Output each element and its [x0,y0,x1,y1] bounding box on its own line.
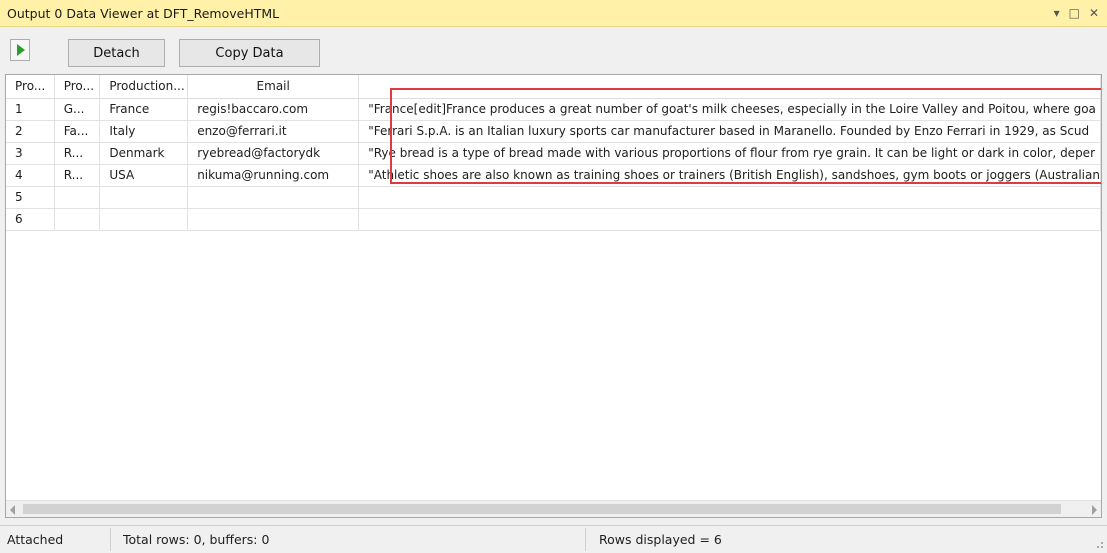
copy-data-button[interactable]: Copy Data [179,39,320,67]
table-cell[interactable]: enzo@ferrari.it [187,120,360,143]
table-cell[interactable]: France [99,98,189,121]
table-cell[interactable] [187,186,360,209]
total-rows-status: Total rows: 0, buffers: 0 [123,532,270,547]
table-cell[interactable] [358,186,1101,209]
data-table: Pro... Pro... Production... Email 1 G...… [6,75,1101,231]
table-cell[interactable]: Denmark [99,142,189,165]
status-divider [585,528,586,551]
table-cell[interactable] [54,186,101,209]
table-row[interactable]: 6 [6,208,1101,231]
header-row: Pro... Pro... Production... Email [6,75,1101,99]
table-cell[interactable]: Fa... [54,120,101,143]
table-cell[interactable]: regis!baccaro.com [187,98,360,121]
table-cell[interactable] [54,208,101,231]
title-bar: Output 0 Data Viewer at DFT_RemoveHTML ▾… [0,0,1107,27]
table-row[interactable]: 4 R... USA nikuma@running.com "Athletic … [6,164,1101,187]
table-row[interactable]: 2 Fa... Italy enzo@ferrari.it "Ferrari S… [6,120,1101,143]
window-controls: ▾ □ ✕ [1054,4,1099,22]
column-header-email[interactable]: Email [187,75,360,99]
table-cell[interactable]: R... [54,142,101,165]
play-button[interactable] [10,39,30,61]
horizontal-scrollbar[interactable] [6,500,1101,517]
table-cell[interactable]: nikuma@running.com [187,164,360,187]
toolbar: Detach Copy Data [0,27,1107,73]
play-icon [17,44,25,56]
detach-button[interactable]: Detach [68,39,165,67]
attached-status: Attached [7,532,64,547]
column-header[interactable]: Production... [99,75,189,99]
resize-grip-icon[interactable] [1097,542,1103,548]
table-cell[interactable] [99,186,189,209]
table-cell[interactable]: 5 [6,186,55,209]
scroll-left-icon[interactable] [10,505,15,515]
table-cell[interactable] [187,208,360,231]
scroll-right-icon[interactable] [1092,505,1097,515]
table-cell[interactable]: "Athletic shoes are also known as traini… [358,164,1101,187]
table-cell[interactable]: "France[edit]France produces a great num… [358,98,1101,121]
table-cell[interactable]: ryebread@factorydk [187,142,360,165]
table-cell[interactable]: R... [54,164,101,187]
table-cell[interactable]: "Ferrari S.p.A. is an Italian luxury spo… [358,120,1101,143]
window-title: Output 0 Data Viewer at DFT_RemoveHTML [7,5,280,21]
table-cell[interactable]: "Rye bread is a type of bread made with … [358,142,1101,165]
maximize-icon[interactable]: □ [1069,4,1080,22]
table-cell[interactable]: Italy [99,120,189,143]
table-cell[interactable]: 2 [6,120,55,143]
table-cell[interactable]: 1 [6,98,55,121]
status-divider [110,528,111,551]
dropdown-icon[interactable]: ▾ [1054,4,1060,22]
data-grid[interactable]: Pro... Pro... Production... Email 1 G...… [5,74,1102,518]
rows-displayed-status: Rows displayed = 6 [599,532,722,547]
table-cell[interactable]: 6 [6,208,55,231]
table-row[interactable]: 1 G... France regis!baccaro.com "France[… [6,98,1101,121]
status-bar: Attached Total rows: 0, buffers: 0 Rows … [0,525,1107,552]
table-cell[interactable]: 3 [6,142,55,165]
column-header[interactable]: Pro... [6,75,55,99]
column-header[interactable]: Pro... [54,75,101,99]
column-header[interactable] [358,75,1101,99]
table-row[interactable]: 3 R... Denmark ryebread@factorydk "Rye b… [6,142,1101,165]
table-cell[interactable]: 4 [6,164,55,187]
table-cell[interactable] [99,208,189,231]
table-cell[interactable]: USA [99,164,189,187]
table-cell[interactable] [358,208,1101,231]
scroll-thumb[interactable] [23,504,1061,514]
table-row[interactable]: 5 [6,186,1101,209]
close-icon[interactable]: ✕ [1089,4,1099,22]
table-cell[interactable]: G... [54,98,101,121]
